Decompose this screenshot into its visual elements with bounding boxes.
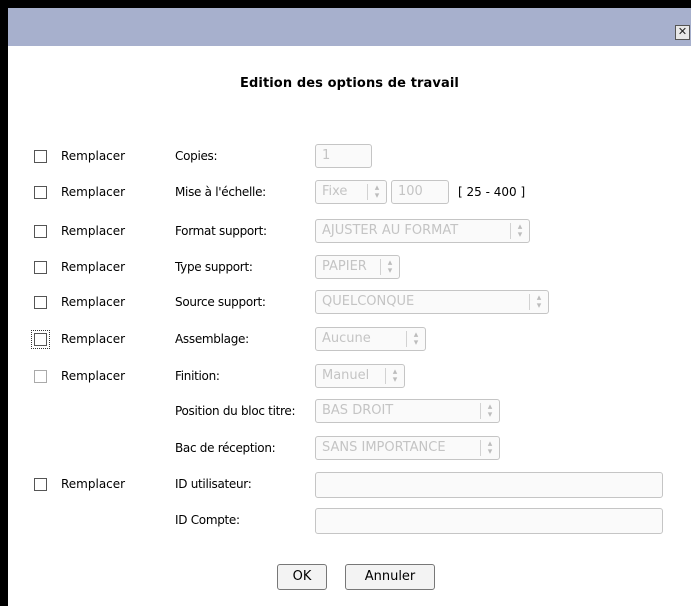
cancel-button[interactable]: Annuler (345, 564, 435, 590)
media-source-select[interactable]: QUELCONQUE ▴ ▾ (315, 290, 549, 314)
banner-position-value: BAS DROIT (322, 403, 394, 418)
user-id-label: ID utilisateur: (175, 477, 252, 491)
account-id-label: ID Compte: (175, 513, 240, 527)
replace-label: Remplacer (61, 224, 126, 238)
close-icon[interactable]: ✕ (675, 25, 690, 40)
media-source-label: Source support: (175, 295, 266, 309)
media-format-label: Format support: (175, 224, 267, 238)
finishing-value: Manuel (322, 368, 370, 383)
row-finishing: Remplacer Finition: Manuel ▴ ▾ (8, 364, 691, 388)
media-source-value: QUELCONQUE (322, 294, 415, 309)
scale-label: Mise à l'échelle: (175, 185, 266, 199)
spinner-arrows-icon: ▴ ▾ (385, 368, 404, 385)
spinner-arrows-icon: ▴ ▾ (510, 223, 529, 240)
spinner-arrows-icon: ▴ ▾ (406, 331, 425, 348)
output-tray-select[interactable]: SANS IMPORTANCE ▴ ▾ (315, 436, 500, 460)
media-format-select[interactable]: AJUSTER AU FORMAT ▴ ▾ (315, 219, 530, 243)
row-media-type: Remplacer Type support: PAPIER ▴ ▾ (8, 255, 691, 279)
replace-label: Remplacer (61, 260, 126, 274)
spinner-arrows-icon: ▴ ▾ (380, 259, 399, 276)
row-user-id: Remplacer ID utilisateur: (8, 472, 691, 498)
user-id-input[interactable] (315, 472, 663, 498)
spinner-arrows-icon: ▴ ▾ (480, 440, 499, 457)
finishing-select[interactable]: Manuel ▴ ▾ (315, 364, 405, 388)
copies-label: Copies: (175, 149, 218, 163)
row-media-source: Remplacer Source support: QUELCONQUE ▴ ▾ (8, 290, 691, 314)
copies-input[interactable]: 1 (315, 144, 372, 168)
output-tray-value: SANS IMPORTANCE (322, 440, 446, 455)
collate-select[interactable]: Aucune ▴ ▾ (315, 327, 426, 351)
row-collate: Remplacer Assemblage: Aucune ▴ ▾ (8, 327, 691, 351)
scale-mode-value: Fixe (322, 184, 348, 199)
replace-label: Remplacer (61, 185, 126, 199)
scale-value-input[interactable]: 100 (391, 180, 449, 204)
dialog-window: ✕ Edition des options de travail Remplac… (8, 8, 691, 606)
output-tray-label: Bac de réception: (175, 441, 276, 455)
media-type-value: PAPIER (322, 259, 367, 274)
replace-checkbox-media-format[interactable] (34, 225, 47, 238)
media-type-select[interactable]: PAPIER ▴ ▾ (315, 255, 400, 279)
replace-label: Remplacer (61, 477, 126, 491)
spinner-arrows-icon: ▴ ▾ (367, 184, 386, 201)
row-output-tray: Bac de réception: SANS IMPORTANCE ▴ ▾ (8, 436, 691, 460)
row-account-id: ID Compte: (8, 508, 691, 534)
dialog-title: Edition des options de travail (240, 76, 459, 91)
scale-mode-select[interactable]: Fixe ▴ ▾ (315, 180, 387, 204)
replace-checkbox-media-type[interactable] (34, 261, 47, 274)
replace-label: Remplacer (61, 369, 126, 383)
collate-value: Aucune (322, 331, 371, 346)
spinner-arrows-icon: ▴ ▾ (529, 294, 548, 311)
replace-checkbox-finishing[interactable] (34, 370, 47, 383)
collate-label: Assemblage: (175, 332, 249, 346)
media-format-value: AJUSTER AU FORMAT (322, 223, 459, 238)
finishing-label: Finition: (175, 369, 220, 383)
scale-range: [ 25 - 400 ] (458, 185, 526, 199)
replace-checkbox-user-id[interactable] (34, 478, 47, 491)
replace-label: Remplacer (61, 295, 126, 309)
account-id-input[interactable] (315, 508, 663, 534)
spinner-arrows-icon: ▴ ▾ (480, 403, 499, 420)
banner-position-label: Position du bloc titre: (175, 404, 296, 418)
row-scale: Remplacer Mise à l'échelle: Fixe ▴ ▾ 100 … (8, 180, 691, 204)
ok-button[interactable]: OK (277, 564, 327, 590)
row-banner-position: Position du bloc titre: BAS DROIT ▴ ▾ (8, 399, 691, 423)
row-copies: Remplacer Copies: 1 (8, 144, 691, 168)
replace-checkbox-scale[interactable] (34, 186, 47, 199)
banner-position-select[interactable]: BAS DROIT ▴ ▾ (315, 399, 500, 423)
replace-checkbox-media-source[interactable] (34, 296, 47, 309)
media-type-label: Type support: (175, 260, 253, 274)
replace-checkbox-collate[interactable] (31, 330, 50, 349)
replace-label: Remplacer (61, 149, 126, 163)
row-media-format: Remplacer Format support: AJUSTER AU FOR… (8, 219, 691, 243)
replace-checkbox-copies[interactable] (34, 150, 47, 163)
title-bar[interactable]: ✕ (8, 8, 691, 46)
replace-label: Remplacer (61, 332, 126, 346)
